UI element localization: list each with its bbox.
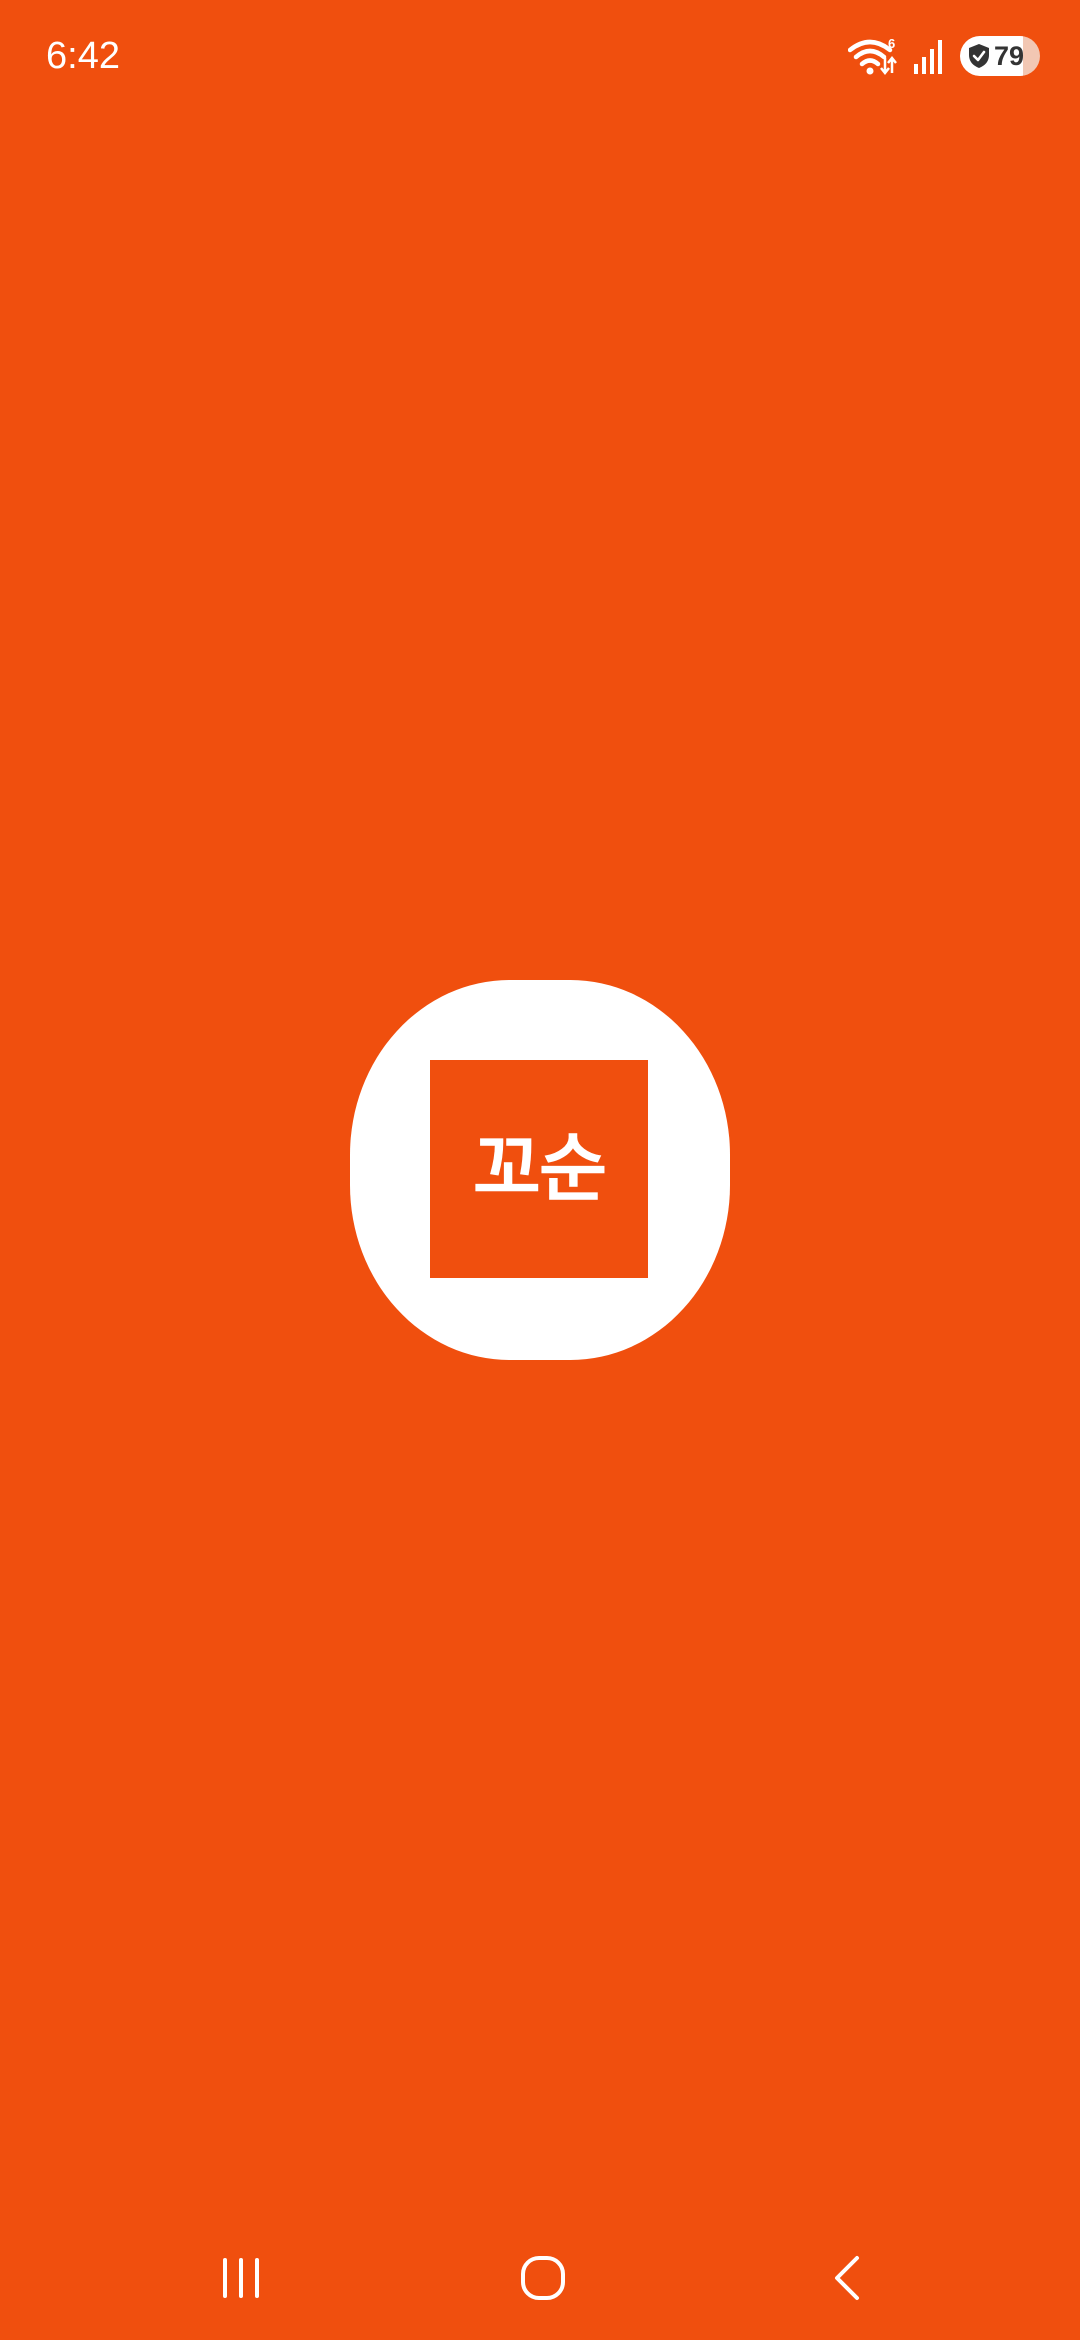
logo-square: 꼬순 xyxy=(430,1060,648,1278)
home-icon xyxy=(519,2254,567,2307)
recent-apps-button[interactable] xyxy=(181,2230,301,2330)
recent-apps-icon xyxy=(219,2256,263,2305)
navigation-bar xyxy=(0,2230,1080,2330)
wifi-badge: 6 xyxy=(888,36,895,51)
splash-screen: 6:42 6 79 꼬순 xyxy=(0,0,1080,2340)
back-icon xyxy=(827,2254,867,2307)
shield-icon xyxy=(968,43,990,69)
status-time: 6:42 xyxy=(46,35,120,77)
wifi-icon: 6 xyxy=(848,36,898,76)
status-icons: 6 79 xyxy=(848,34,1040,78)
status-bar: 6:42 6 79 xyxy=(0,0,1080,110)
app-logo-icon: 꼬순 xyxy=(350,980,730,1360)
battery-level: 79 xyxy=(994,41,1025,71)
battery-icon: 79 xyxy=(960,36,1040,76)
home-button[interactable] xyxy=(483,2230,603,2330)
logo-text: 꼬순 xyxy=(472,1126,607,1212)
signal-icon xyxy=(912,36,946,76)
back-button[interactable] xyxy=(787,2230,907,2330)
logo-background: 꼬순 xyxy=(350,980,730,1360)
